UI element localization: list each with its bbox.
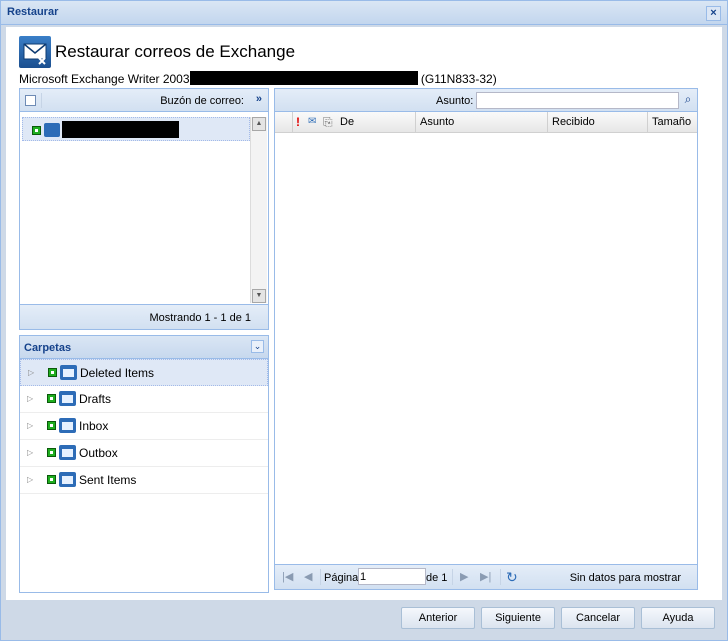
folder-item-sent-items[interactable]: ▷ Sent Items [20,467,268,494]
check-state-icon[interactable] [47,394,56,403]
folder-icon [60,365,77,380]
check-state-icon[interactable] [48,368,57,377]
column-header-subject[interactable]: Asunto [416,112,548,133]
dialog-body: Restaurar correos de Exchange Microsoft … [6,27,722,600]
folders-title: Carpetas [24,342,72,354]
expand-arrow-icon[interactable]: ▷ [27,421,33,430]
folder-icon [59,472,76,487]
folder-item-outbox[interactable]: ▷ Outbox [20,440,268,467]
toolbar-separator [41,93,42,108]
folder-item-inbox[interactable]: ▷ Inbox [20,413,268,440]
messages-panel: Asunto: ⌕ ! ✉ ⎘ De Asunto Recibido Tamañ… [274,88,698,590]
select-all-checkbox[interactable] [25,95,36,106]
expand-arrow-icon[interactable]: ▷ [27,394,33,403]
mailbox-toolbar: Buzón de correo: » [20,89,268,112]
search-icon[interactable]: ⌕ [680,92,696,108]
mailbox-row[interactable] [22,117,250,141]
empty-status: Sin datos para mostrar [569,572,681,584]
search-label: Asunto: [436,95,474,107]
writer-id: (G11N833-32) [420,72,497,86]
folder-label: Outbox [79,446,118,460]
mailbox-scrollbar[interactable]: ▲ ▼ [250,117,267,303]
redacted-block [189,71,418,85]
exchange-restore-icon [19,36,51,68]
folder-icon [59,391,76,406]
close-icon[interactable]: × [706,6,721,21]
next-button[interactable]: Siguiente [481,607,555,629]
folder-item-drafts[interactable]: ▷ Drafts [20,386,268,413]
page-subtitle: Microsoft Exchange Writer 2003 (G11N833-… [19,71,497,86]
column-header-from[interactable]: De [336,112,416,133]
scroll-down-icon[interactable]: ▼ [252,289,266,303]
check-state-icon[interactable] [32,126,41,135]
check-state-icon[interactable] [47,448,56,457]
page-count: de 1 [426,572,448,584]
subject-search-input[interactable] [476,92,679,109]
folder-label: Inbox [79,419,109,433]
importance-icon[interactable]: ! [296,115,300,129]
first-page-icon[interactable]: |◀ [282,570,293,583]
expand-arrow-icon[interactable]: ▷ [27,475,33,484]
pager-separator [320,569,321,585]
folders-header: Carpetas ⌄ [20,336,268,359]
column-header-size[interactable]: Tamaño [648,112,697,133]
folder-icon [59,445,76,460]
cancel-button[interactable]: Cancelar [561,607,635,629]
folder-label: Deleted Items [80,366,155,380]
dialog-titlebar[interactable]: Restaurar × [1,1,727,25]
chevron-down-icon[interactable]: ⌄ [251,340,264,353]
pager-separator [500,569,501,585]
help-button[interactable]: Ayuda [641,607,715,629]
next-page-icon[interactable]: ▶ [460,570,468,583]
dialog-title: Restaurar [7,6,59,18]
check-state-icon[interactable] [47,475,56,484]
mailbox-panel: Buzón de correo: » ▲ ▼ Mostrando 1 - 1 d… [19,88,269,330]
mailbox-label: Buzón de correo: [160,95,244,107]
folder-item-deleted-items[interactable]: ▷ Deleted Items [20,359,268,386]
page-title: Restaurar correos de Exchange [55,42,296,61]
expand-arrow-icon[interactable]: ▷ [28,368,34,377]
column-select[interactable] [275,112,293,133]
messages-pager: |◀ ◀ Página de 1 ▶ ▶| ↻ Sin datos para m… [275,564,697,589]
folders-panel: Carpetas ⌄ ▷ Deleted Items ▷ Drafts ▷ In… [19,335,269,593]
page-number-input[interactable] [358,568,426,585]
scroll-up-icon[interactable]: ▲ [252,117,266,131]
redacted-mailbox-name [62,121,179,138]
mailbox-footer: Mostrando 1 - 1 de 1 [20,304,268,329]
page-label: Página [324,572,359,584]
restore-dialog: Restaurar × Restaurar correos de Exchang… [0,0,728,641]
messages-toolbar: Asunto: ⌕ [275,89,697,112]
envelope-icon[interactable]: ✉ [308,116,316,127]
mailbox-icon [44,123,60,137]
previous-button[interactable]: Anterior [401,607,475,629]
column-header-received[interactable]: Recibido [548,112,648,133]
folder-label: Sent Items [79,473,137,487]
mailbox-status: Mostrando 1 - 1 de 1 [149,312,251,324]
messages-grid-header: ! ✉ ⎘ De Asunto Recibido Tamaño [275,112,697,133]
folder-label: Drafts [79,392,112,406]
writer-name: Microsoft Exchange Writer 2003 [19,72,190,86]
folder-icon [59,418,76,433]
refresh-icon[interactable]: ↻ [506,569,518,586]
expand-arrow-icon[interactable]: ▷ [27,448,33,457]
last-page-icon[interactable]: ▶| [480,570,491,583]
check-state-icon[interactable] [47,421,56,430]
collapse-icon[interactable]: » [256,93,262,105]
prev-page-icon[interactable]: ◀ [304,570,312,583]
attachment-icon[interactable]: ⎘ [323,115,333,130]
pager-separator [452,569,453,585]
